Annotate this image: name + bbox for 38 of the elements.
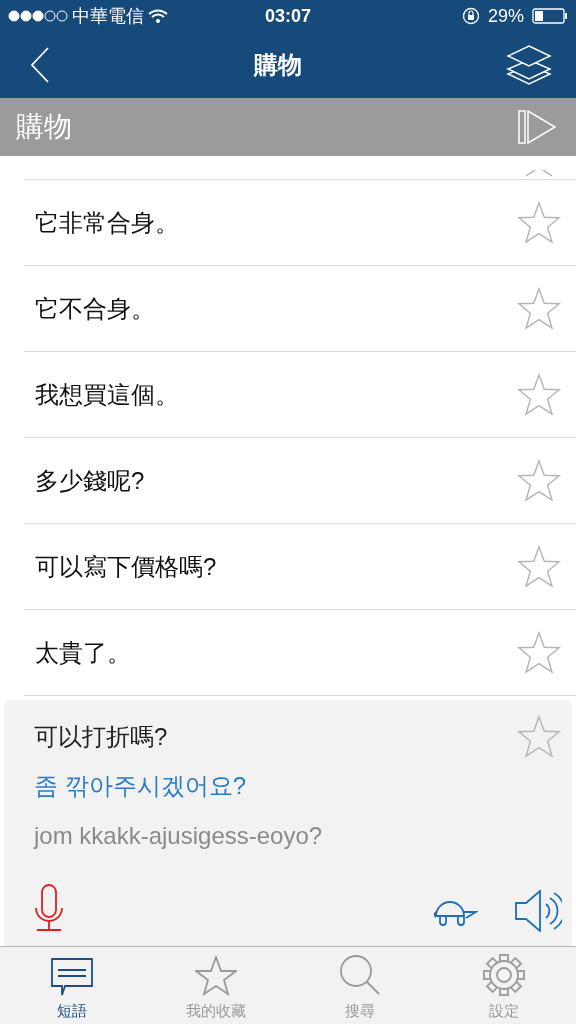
phrase-text: 可以打折嗎? [34,722,168,752]
layers-button[interactable] [506,45,552,85]
play-all-button[interactable] [518,110,556,144]
battery-percent: 29% [488,4,524,28]
microphone-icon [34,884,64,932]
microphone-button[interactable] [34,884,64,932]
phrase-row[interactable]: 它不合身。 [24,266,576,352]
layers-icon [506,45,552,85]
tab-bar-item[interactable]: 短語 [0,947,144,1024]
play-icon [518,110,556,144]
phrase-text: 可以寫下價格嗎? [35,551,217,582]
section-title: 購物 [16,110,72,144]
phrase-text: 它不合身。 [35,293,155,324]
settings-icon [483,953,525,996]
phrase-text: 太貴了。 [35,637,131,668]
phrase-row[interactable]: 多少錢呢? [24,438,576,524]
back-icon [30,47,50,83]
chat-icon [51,957,93,996]
carrier-name: 中華電信 [72,4,144,28]
back-button[interactable] [30,47,50,83]
nav-title: 購物 [254,50,302,80]
korean-translation: 좀 깎아주시겠어요? [34,771,247,801]
phrase-row[interactable]: 太貴了。 [24,610,576,696]
phrase-text: 我想買這個。 [35,379,179,410]
speaker-icon [514,890,562,932]
battery-icon [532,8,568,24]
search-icon [339,953,381,996]
phrase-row[interactable]: 它非常合身。 [24,180,576,266]
phrase-row[interactable]: 我想買這個。 [24,352,576,438]
clock: 03:07 [265,4,312,28]
rotation-lock-icon [462,7,480,25]
phrase-text: 它非常合身。 [35,207,179,238]
romanization: jom kkakk-ajusigess-eoyo? [34,821,324,851]
signal-icon [8,10,68,22]
speaker-button[interactable] [514,890,562,932]
wifi-icon [148,9,168,23]
phrase-row[interactable]: 可以寫下價格嗎? [24,524,576,610]
phrase-text: 多少錢呢? [35,465,145,496]
